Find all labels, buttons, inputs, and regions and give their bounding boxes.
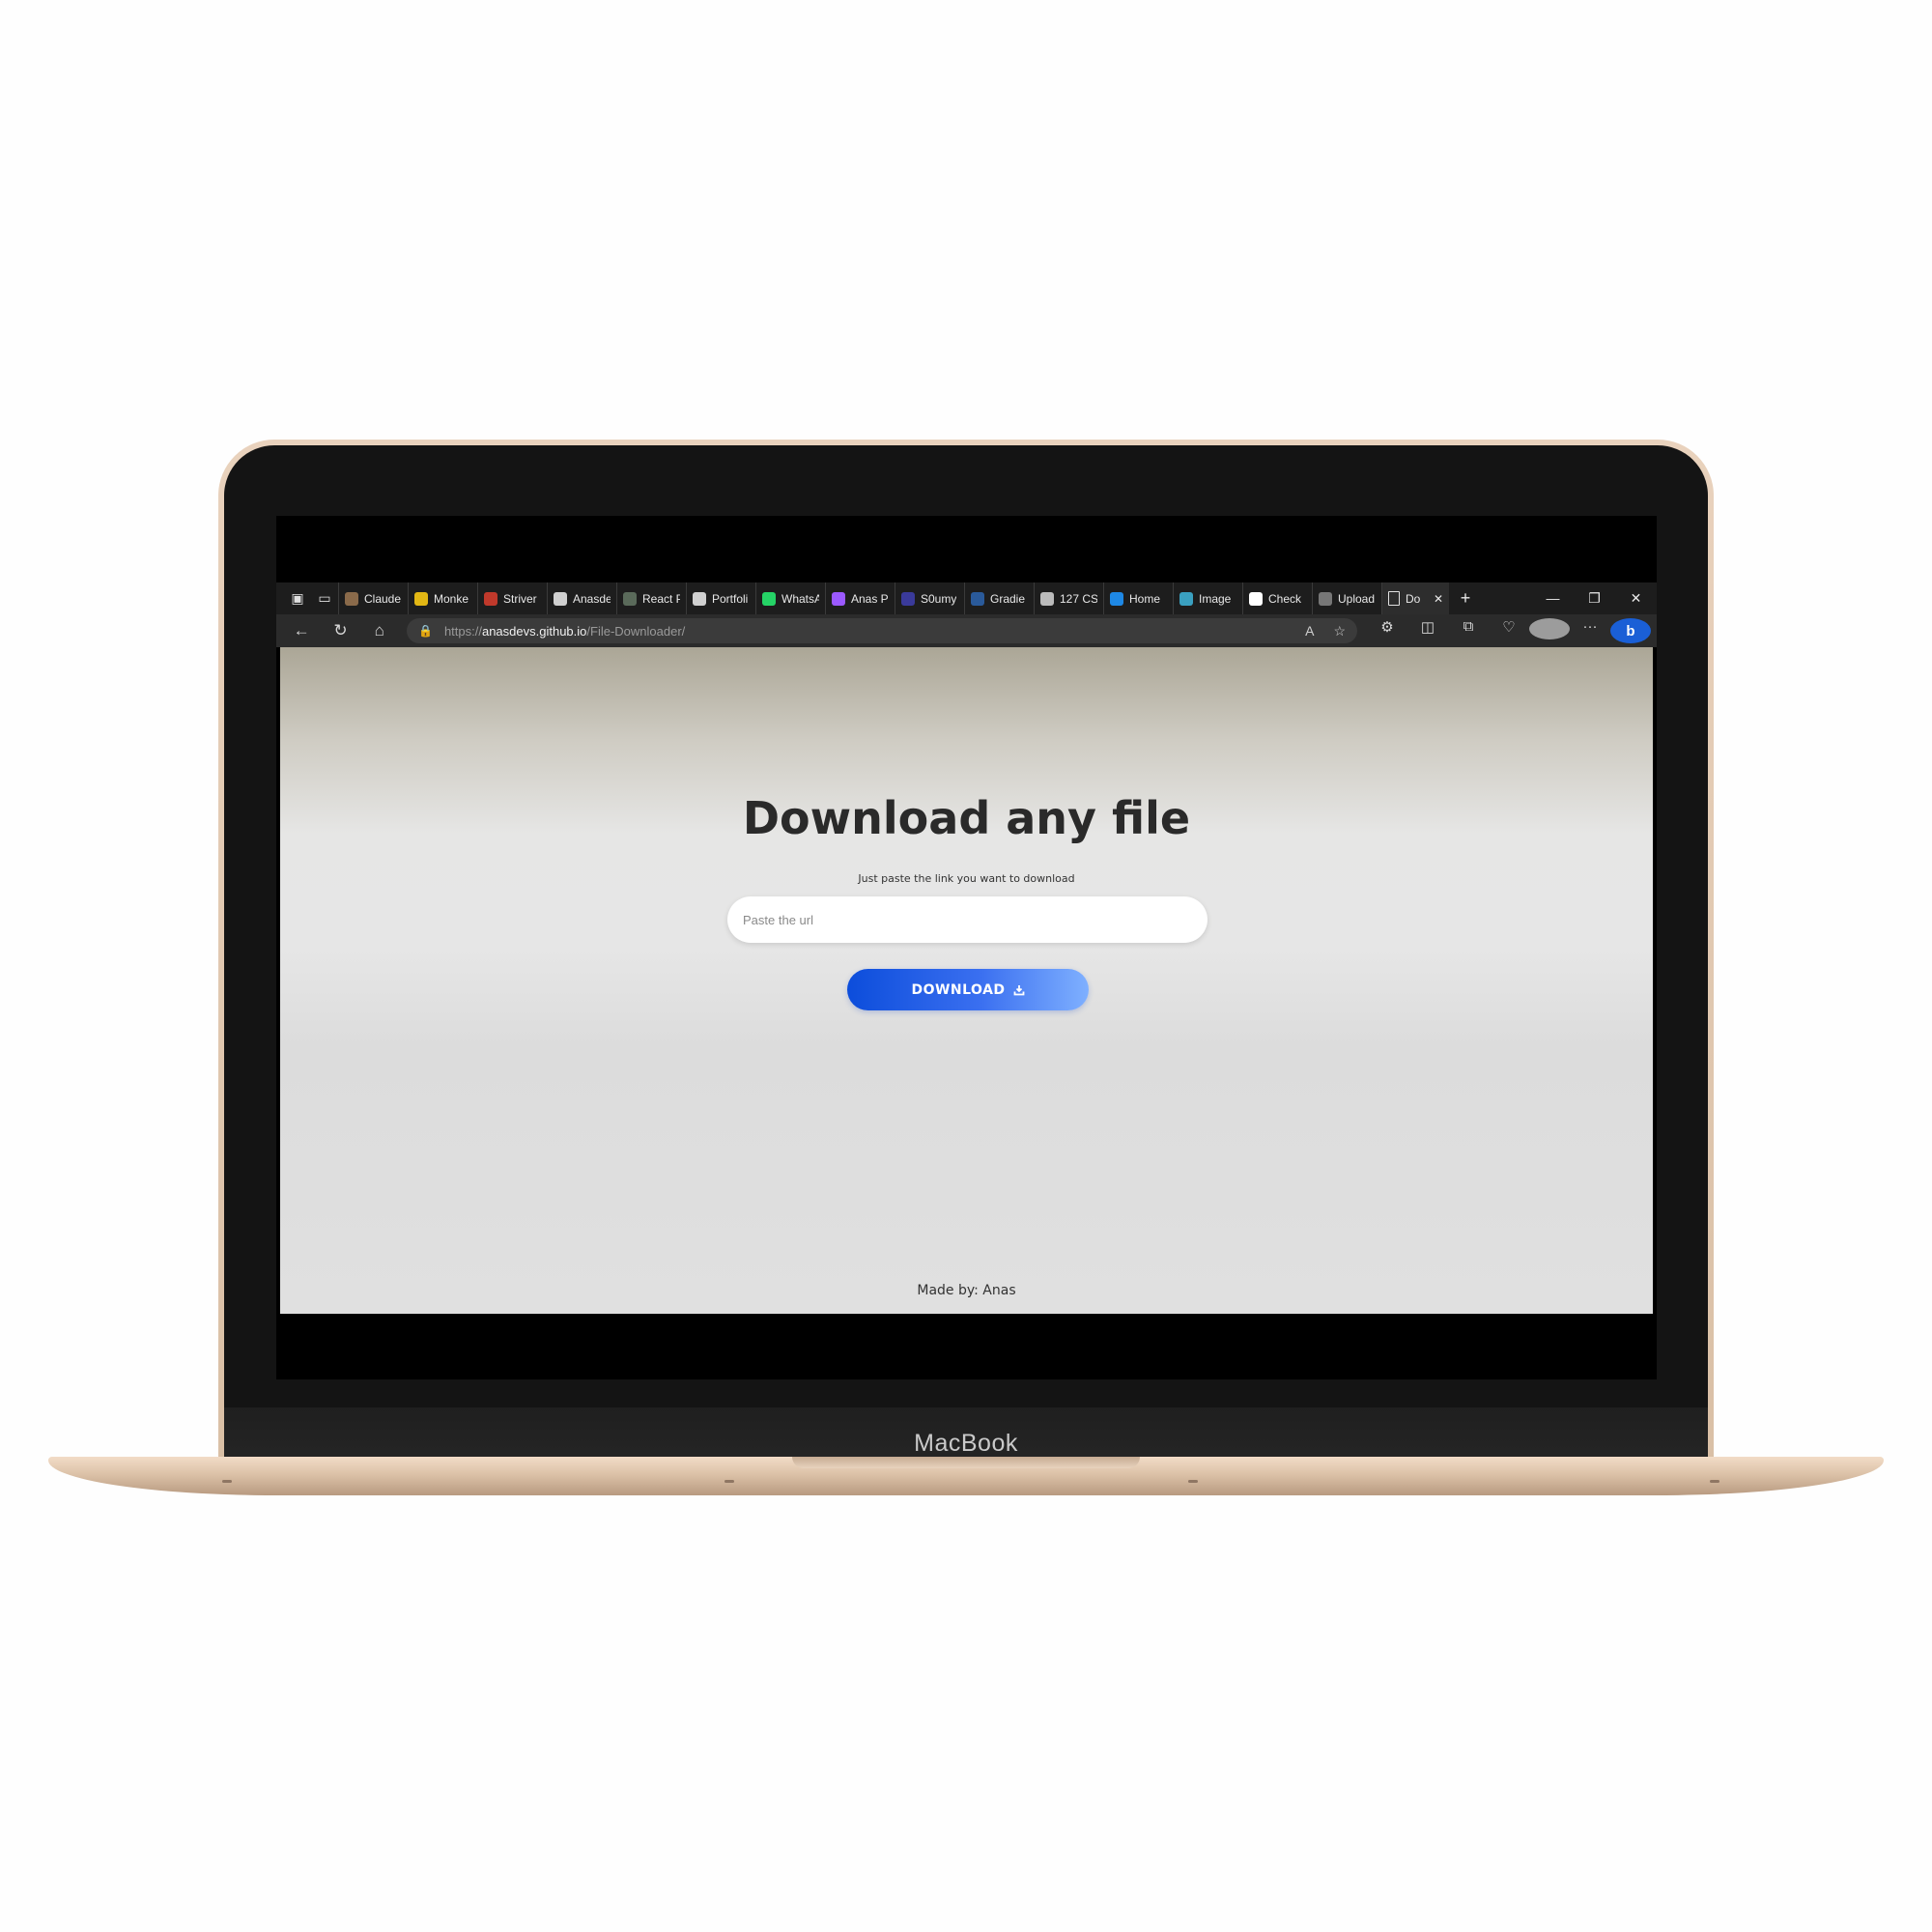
device-brand: MacBook: [914, 1430, 1018, 1457]
tab-label: Do: [1406, 591, 1421, 606]
tab-label: Upload: [1338, 591, 1376, 606]
extensions-icon[interactable]: ⚙: [1367, 618, 1407, 643]
upload-icon: [1319, 591, 1332, 606]
laptop-base: [48, 1457, 1884, 1495]
tab-label: Striver: [503, 591, 537, 606]
tab-1[interactable]: Monke: [408, 582, 477, 614]
striver-icon: [484, 591, 497, 606]
tab-2[interactable]: Striver: [477, 582, 547, 614]
react-icon: [623, 591, 637, 606]
new-tab-button[interactable]: +: [1449, 588, 1482, 609]
close-window-button[interactable]: ✕: [1615, 590, 1657, 607]
address-bar[interactable]: 🔒 https://anasdevs.github.io/File-Downlo…: [406, 618, 1357, 643]
s0umy-icon: [901, 591, 915, 606]
tab-11[interactable]: Home: [1103, 582, 1173, 614]
more-options-icon[interactable]: ···: [1570, 618, 1610, 643]
tab-label: Anas Pi: [851, 591, 889, 606]
tab-4[interactable]: React P: [616, 582, 686, 614]
tab-12[interactable]: Image: [1173, 582, 1242, 614]
claude-icon: [345, 591, 358, 606]
tab-label: WhatsA: [781, 591, 819, 606]
tab-label: S0umy: [921, 591, 957, 606]
css-icon: [1040, 591, 1054, 606]
tab-label: Gradie: [990, 591, 1026, 606]
home-c-icon: [1110, 591, 1123, 606]
github-icon: [693, 591, 706, 606]
minimize-button[interactable]: —: [1532, 590, 1574, 607]
tab-label: 127 CS: [1060, 591, 1097, 606]
tab-label: Claude: [364, 591, 402, 606]
base-foot: [1188, 1480, 1198, 1483]
download-button-label: DOWNLOAD: [911, 981, 1006, 998]
url-input[interactable]: [727, 896, 1208, 943]
tab-6[interactable]: WhatsA: [755, 582, 825, 614]
home-button[interactable]: ⌂: [360, 621, 399, 640]
check-icon: [1249, 591, 1263, 606]
tab-label: Image: [1199, 591, 1232, 606]
restore-button[interactable]: ❐: [1574, 590, 1615, 607]
github-icon: [554, 591, 567, 606]
base-notch: [792, 1457, 1140, 1468]
gradient-icon: [971, 591, 984, 606]
tab-label: Check: [1268, 591, 1302, 606]
tab-label: Monke: [434, 591, 469, 606]
window-controls: — ❐ ✕: [1532, 590, 1657, 607]
image-icon: [1179, 591, 1193, 606]
page-subtitle: Just paste the link you want to download: [858, 872, 1075, 885]
tab-label: Portfoli: [712, 591, 749, 606]
browser-essentials-icon[interactable]: ♡: [1489, 618, 1529, 643]
tab-7[interactable]: Anas Pi: [825, 582, 895, 614]
profile-avatar[interactable]: [1529, 618, 1570, 643]
address-actions: A ☆: [1305, 623, 1346, 639]
split-screen-icon[interactable]: ◫: [1407, 618, 1448, 643]
tab-actions-icon[interactable]: ▭: [311, 582, 338, 614]
document-icon: [1388, 591, 1400, 606]
tab-3[interactable]: Anasde: [547, 582, 616, 614]
url-path: /File-Downloader/: [586, 623, 686, 639]
url-host: anasdevs.github.io: [481, 623, 587, 639]
tab-5[interactable]: Portfoli: [686, 582, 755, 614]
page-viewport: Download any file Just paste the link yo…: [280, 647, 1653, 1314]
browser-window: ▣ ▭ Claude Monke Striver Anasde React P Portf…: [276, 582, 1657, 1314]
favorite-star-icon[interactable]: ☆: [1333, 623, 1346, 639]
download-icon: [1013, 984, 1024, 995]
tab-active[interactable]: Do ✕: [1381, 582, 1449, 614]
tab-label: Home: [1129, 591, 1161, 606]
vite-icon: [832, 591, 845, 606]
tab-8[interactable]: S0umy: [895, 582, 964, 614]
tab-0[interactable]: Claude: [338, 582, 408, 614]
monkeytype-icon: [414, 591, 428, 606]
tab-label: Anasde: [573, 591, 611, 606]
tab-strip: ▣ ▭ Claude Monke Striver Anasde React P Portf…: [276, 582, 1657, 614]
tabs-container: Claude Monke Striver Anasde React P Portfoli W…: [338, 582, 1381, 614]
footer-credit: Made by: Anas: [917, 1283, 1016, 1298]
tab-14[interactable]: Upload: [1312, 582, 1381, 614]
screen: ▣ ▭ Claude Monke Striver Anasde React P Portf…: [276, 516, 1657, 1379]
collections-icon[interactable]: ⧉: [1448, 618, 1489, 643]
page-title: Download any file: [742, 792, 1191, 844]
tab-9[interactable]: Gradie: [964, 582, 1034, 614]
close-icon[interactable]: ✕: [1434, 592, 1443, 606]
tab-label: React P: [642, 591, 680, 606]
lock-icon: 🔒: [417, 624, 433, 638]
read-aloud-icon[interactable]: A: [1305, 623, 1314, 639]
browser-toolbar: ← ↻ ⌂ 🔒 https://anasdevs.github.io/File-…: [276, 614, 1657, 647]
tab-10[interactable]: 127 CS: [1034, 582, 1103, 614]
whatsapp-icon: [762, 591, 776, 606]
refresh-button[interactable]: ↻: [321, 621, 359, 640]
toolbar-tools: ⚙ ◫ ⧉ ♡ ··· b: [1367, 618, 1651, 643]
base-foot: [222, 1480, 232, 1483]
bing-copilot-icon[interactable]: b: [1610, 618, 1651, 643]
back-button[interactable]: ←: [282, 621, 321, 640]
base-foot: [1710, 1480, 1719, 1483]
download-button[interactable]: DOWNLOAD: [847, 969, 1089, 1010]
workspaces-icon[interactable]: ▣: [284, 582, 311, 614]
base-foot: [724, 1480, 734, 1483]
url-scheme: https://: [443, 623, 482, 639]
tab-13[interactable]: Check: [1242, 582, 1312, 614]
